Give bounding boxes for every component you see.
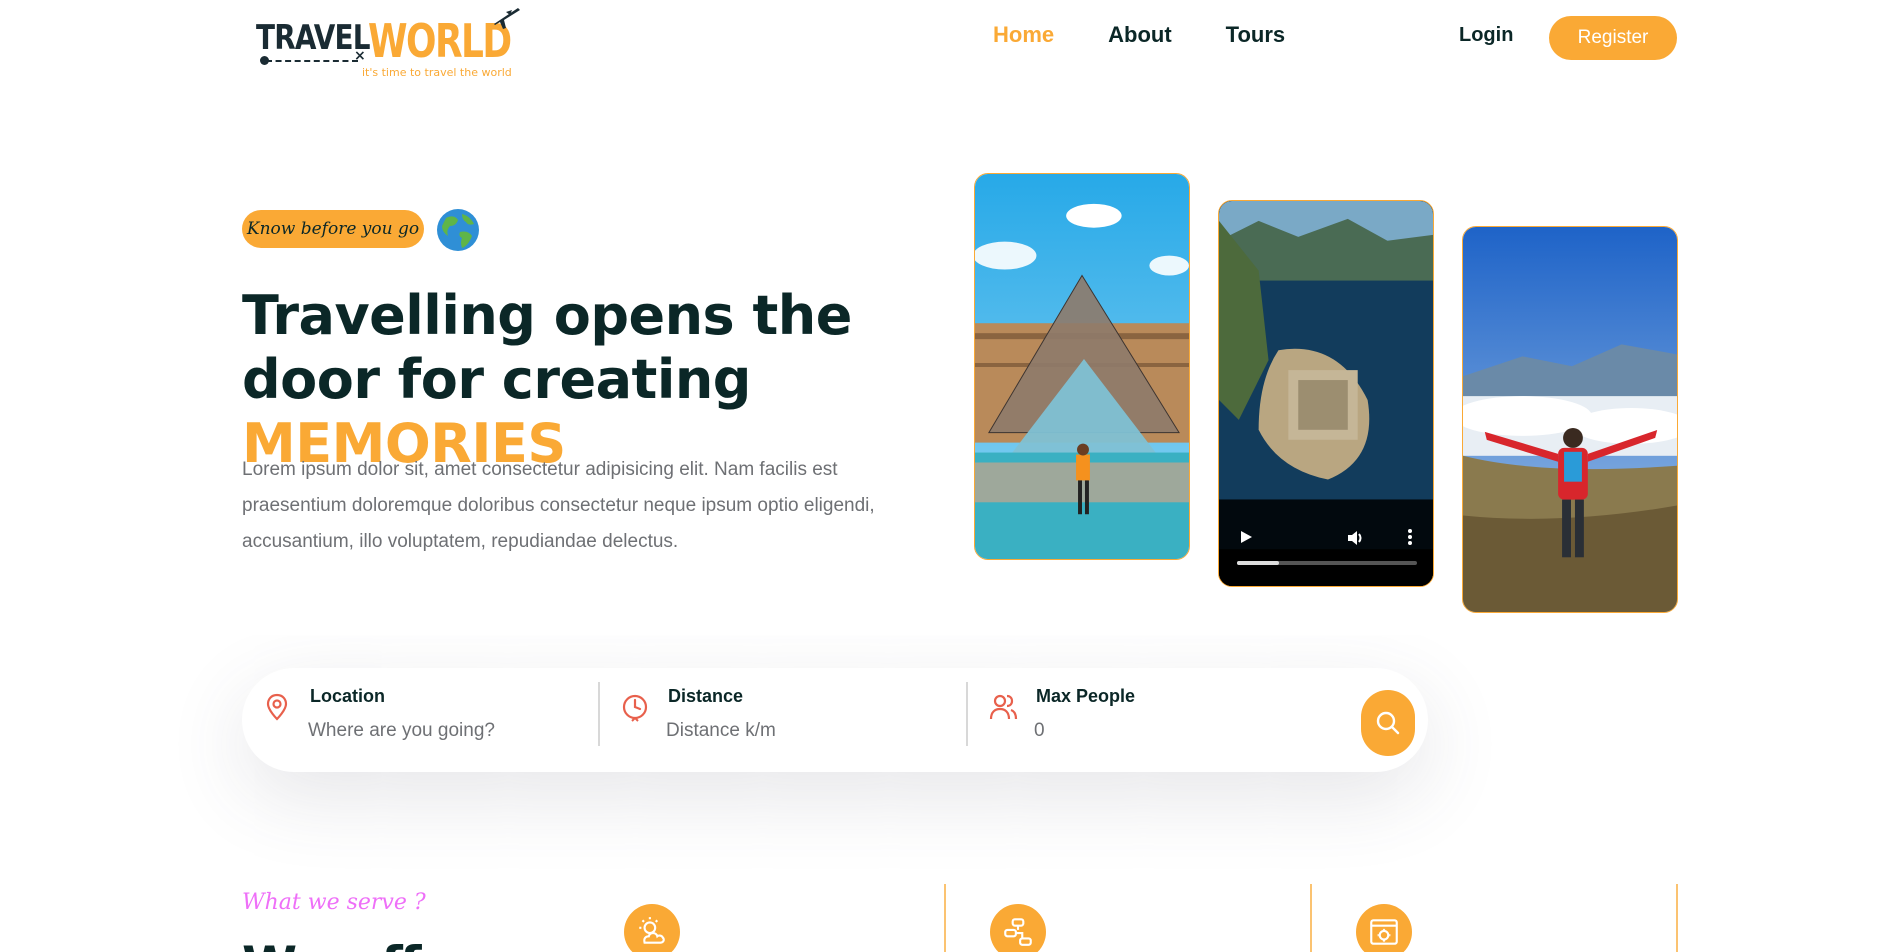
- hero-title: Travelling opens the door for creating M…: [242, 284, 942, 476]
- nav-about[interactable]: About: [1108, 22, 1172, 48]
- search-bar: Location Distance Max People: [242, 668, 1428, 772]
- video-progress-fill: [1237, 561, 1279, 565]
- register-button[interactable]: Register: [1549, 16, 1677, 60]
- hero-badge: Know before you go: [242, 210, 424, 248]
- distance-input[interactable]: [666, 720, 926, 742]
- login-link[interactable]: Login: [1459, 24, 1513, 47]
- distance-field: Distance: [600, 682, 968, 746]
- customization-icon: [1356, 904, 1412, 952]
- service-card-divider: [1676, 884, 1678, 952]
- logo-dashed-path: [266, 60, 358, 62]
- guide-icon: [990, 904, 1046, 952]
- weather-icon: [624, 904, 680, 952]
- service-card-divider: [1310, 884, 1312, 952]
- more-icon[interactable]: [1407, 529, 1413, 545]
- max-people-input[interactable]: [1034, 720, 1294, 742]
- search-icon: [1376, 711, 1400, 735]
- nav-tours[interactable]: Tours: [1226, 22, 1285, 48]
- main-nav: Home About Tours: [993, 22, 1285, 48]
- logo-word-world: WORLD: [368, 14, 512, 68]
- people-icon: [989, 694, 1018, 720]
- hero-video[interactable]: [1218, 200, 1434, 587]
- hero-title-text: Travelling opens the door for creating: [242, 284, 852, 411]
- hero-image-hiker: [1462, 226, 1678, 613]
- hero-description: Lorem ipsum dolor sit, amet consectetur …: [242, 459, 875, 552]
- location-pin-icon: [266, 693, 288, 721]
- nav-home[interactable]: Home: [993, 22, 1054, 48]
- video-progress-track[interactable]: [1237, 561, 1417, 565]
- logo-x-mark: ×: [354, 48, 366, 64]
- site-logo[interactable]: TRAVEL WORLD × it's time to travel the w…: [256, 4, 526, 82]
- logo-word-travel: TRAVEL: [256, 18, 370, 58]
- logo-tagline: it's time to travel the world: [362, 66, 512, 79]
- volume-icon[interactable]: [1347, 530, 1365, 546]
- max-people-field: Max People: [968, 682, 1294, 746]
- location-input[interactable]: [308, 720, 568, 742]
- airplane-icon: [494, 8, 520, 29]
- distance-label: Distance: [668, 686, 744, 706]
- location-field: Location: [242, 682, 600, 746]
- play-icon[interactable]: [1239, 530, 1253, 544]
- services-subtitle: What we serve ?: [242, 890, 426, 915]
- clock-icon: [622, 694, 648, 722]
- search-button[interactable]: [1361, 690, 1415, 756]
- max-people-label: Max People: [1036, 686, 1136, 706]
- services-title: We offer our: [242, 936, 592, 952]
- globe-icon: [437, 209, 479, 251]
- hero-image-louvre: [974, 173, 1190, 560]
- location-label: Location: [310, 686, 385, 706]
- service-card-divider: [944, 884, 946, 952]
